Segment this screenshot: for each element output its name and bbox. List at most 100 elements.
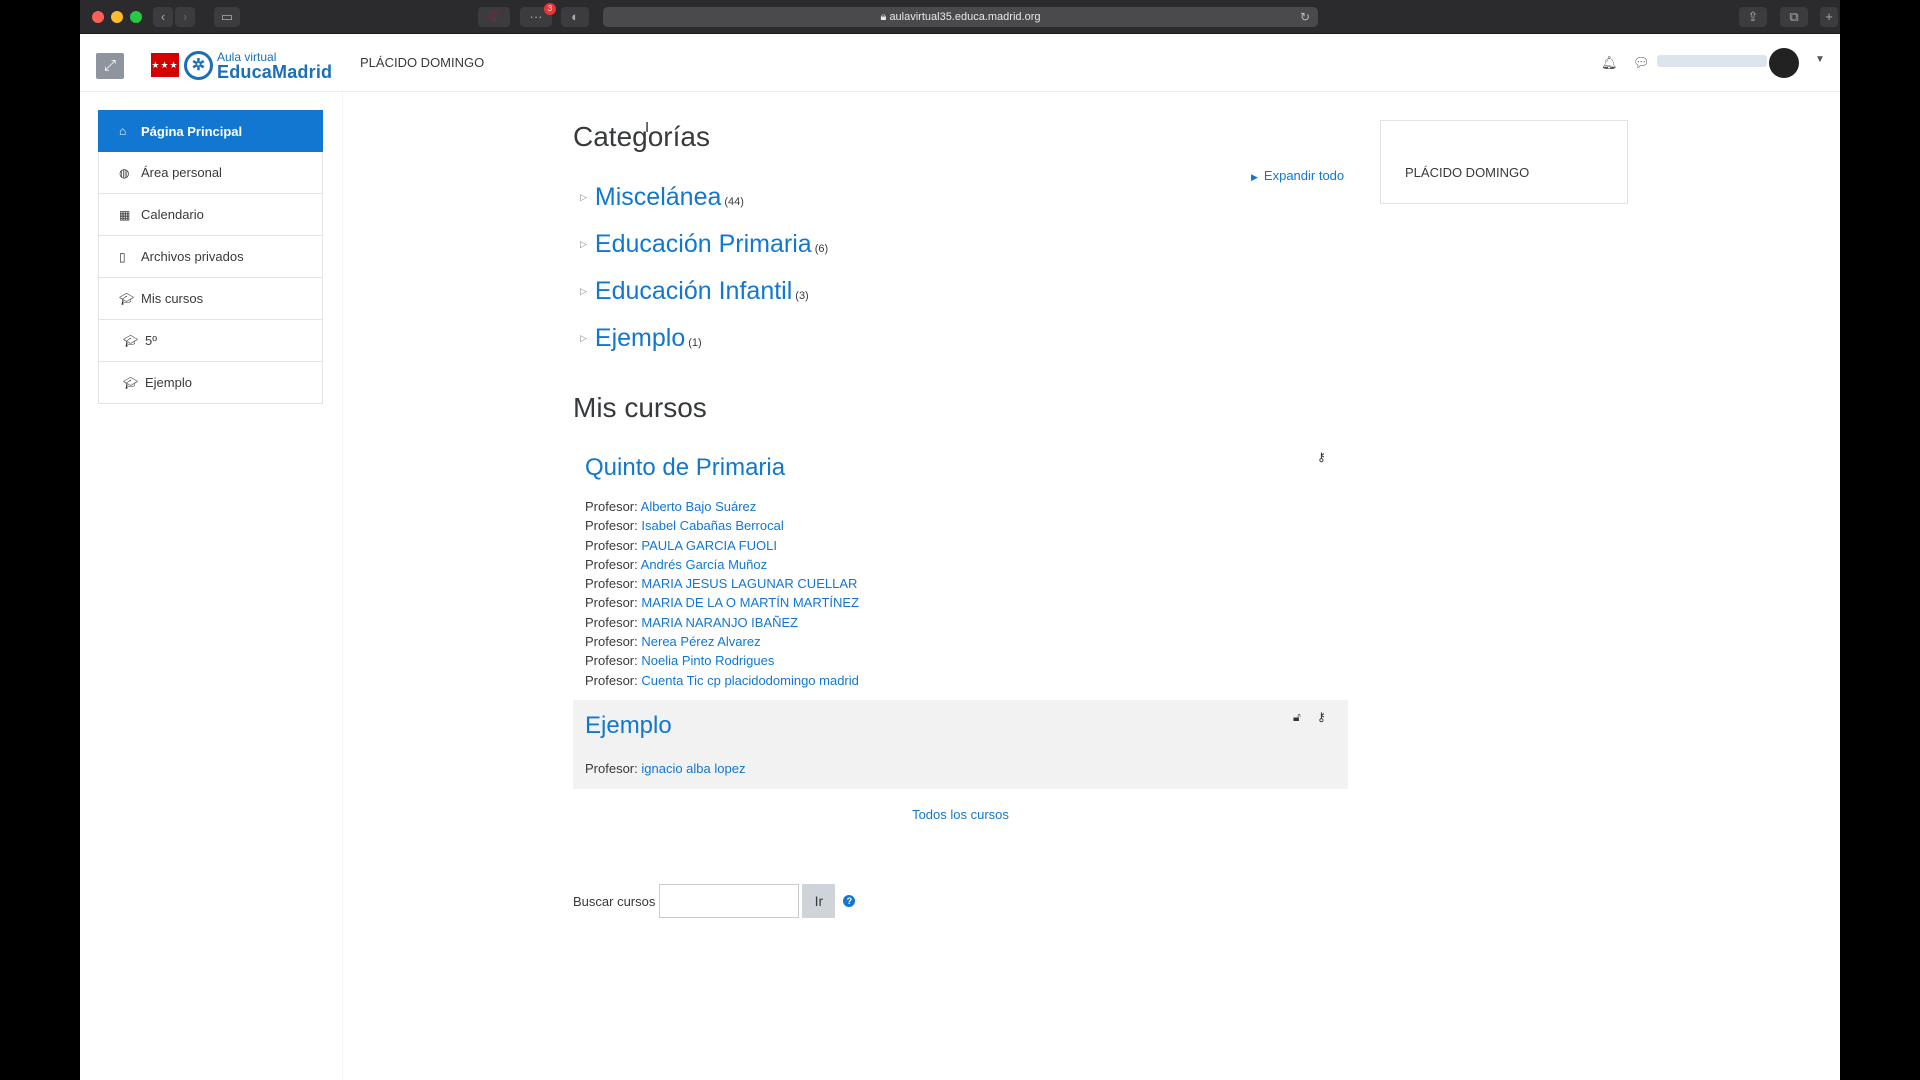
caret-right-icon: ▷ — [580, 333, 587, 343]
logo-line2: EducaMadrid — [217, 62, 333, 82]
category-name[interactable]: Ejemplo — [595, 324, 685, 353]
pocket-icon[interactable]: ♡ — [478, 7, 510, 27]
teacher-link[interactable]: Cuenta Tic cp placidodomingo madrid — [641, 673, 859, 688]
educamadrid-emblem-icon: ✲ — [184, 51, 213, 80]
lock-icon: 🔒︎ — [880, 11, 887, 23]
sidebar-item-label: Mis cursos — [141, 291, 204, 306]
teacher-row: Profesor: Noelia Pinto Rodrigues — [585, 653, 775, 669]
teacher-row: Profesor: Alberto Bajo Suárez — [585, 499, 757, 514]
site-block: PLÁCIDO DOMINGO — [1380, 120, 1628, 204]
category-item[interactable]: ▷ Educación Infantil (3) — [580, 277, 809, 309]
top-navbar: ⤢ ★★★ ✲ Aula virtual EducaMadrid PLÁCIDO… — [80, 34, 1840, 92]
teacher-link[interactable]: MARIA JESUS LAGUNAR CUELLAR — [641, 576, 857, 591]
sidebar-item-label: Área personal — [141, 165, 222, 180]
teacher-link[interactable]: Noelia Pinto Rodrigues — [641, 653, 774, 668]
teacher-link[interactable]: PAULA GARCIA FUOLI — [641, 538, 777, 553]
teacher-link[interactable]: ignacio alba lopez — [641, 761, 745, 776]
sidebar-nav: ⌂ Página Principal ◍ Área personal ▦ Cal… — [98, 110, 323, 404]
sidebar-toggle-icon[interactable]: ▭ — [214, 7, 240, 27]
sidebar-item-area-personal[interactable]: ◍ Área personal — [98, 152, 323, 194]
expand-icon[interactable]: ⤢ — [96, 53, 124, 79]
sidebar-item-label: Calendario — [141, 207, 204, 222]
page: ⤢ ★★★ ✲ Aula virtual EducaMadrid PLÁCIDO… — [80, 34, 1840, 1080]
teacher-list: Profesor: ignacio alba lopez — [585, 759, 745, 778]
new-tab-icon[interactable]: + — [1820, 7, 1838, 27]
search-input[interactable] — [659, 884, 800, 918]
site-name[interactable]: PLÁCIDO DOMINGO — [360, 55, 484, 70]
course-title[interactable]: Ejemplo — [585, 712, 672, 740]
shield-icon[interactable]: ◐ — [561, 7, 589, 27]
teacher-list: Profesor: Alberto Bajo Suárez Profesor: … — [585, 497, 859, 690]
educamadrid-logo[interactable]: ★★★ ✲ Aula virtual EducaMadrid — [151, 50, 346, 82]
category-count: (3) — [795, 290, 809, 302]
category-name[interactable]: Educación Primaria — [595, 230, 812, 259]
close-window-button[interactable] — [92, 11, 104, 23]
sidebar-item-calendario[interactable]: ▦ Calendario — [98, 194, 323, 236]
text-cursor-icon: I — [645, 119, 650, 136]
caret-right-icon: ▷ — [580, 192, 587, 202]
sidebar-item-label: Ejemplo — [145, 375, 192, 390]
site-block-text: PLÁCIDO DOMINGO — [1405, 165, 1530, 180]
sidebar-item-label: Página Principal — [141, 123, 243, 139]
madrid-flag-icon: ★★★ — [151, 53, 179, 77]
share-icon[interactable]: ⇪ — [1739, 7, 1767, 27]
course-title[interactable]: Quinto de Primaria — [585, 454, 785, 482]
maximize-window-button[interactable] — [130, 11, 142, 23]
caret-right-icon: ▷ — [580, 286, 587, 296]
tabs-icon[interactable]: ⧉ — [1780, 7, 1808, 27]
teacher-link[interactable]: MARIA DE LA O MARTÍN MARTÍNEZ — [641, 595, 859, 610]
teacher-link[interactable]: Isabel Cabañas Berrocal — [641, 518, 783, 533]
teacher-row: Profesor: Isabel Cabañas Berrocal — [585, 518, 784, 534]
teacher-link[interactable]: Alberto Bajo Suárez — [641, 499, 757, 514]
teacher-row: Profesor: MARIA NARANJO IBAÑEZ — [585, 614, 799, 630]
search-label: Buscar cursos — [573, 893, 656, 909]
sidebar-item-label: Archivos privados — [141, 249, 244, 264]
teacher-link[interactable]: Andrés García Muñoz — [641, 557, 767, 572]
bell-icon[interactable]: 🔔︎ — [1601, 55, 1618, 71]
category-item[interactable]: ▷ Miscelánea (44) — [580, 183, 744, 215]
file-icon: ▯ — [119, 249, 126, 264]
user-name[interactable] — [1657, 55, 1767, 67]
category-count: (44) — [724, 196, 744, 208]
category-item[interactable]: ▷ Educación Primaria (6) — [580, 230, 828, 262]
calendar-icon: ▦ — [119, 207, 131, 222]
my-courses-heading: Mis cursos — [573, 392, 707, 423]
sidebar-item-mis-cursos[interactable]: 🎓︎ Mis cursos — [98, 278, 323, 320]
sidebar-item-archivos-privados[interactable]: ▯ Archivos privados — [98, 236, 323, 278]
teacher-link[interactable]: Nerea Pérez Alvarez — [641, 634, 760, 649]
category-name[interactable]: Educación Infantil — [595, 277, 792, 306]
sidebar-item-ejemplo[interactable]: 🎓︎ Ejemplo — [98, 362, 323, 404]
search-button[interactable]: Ir — [802, 884, 836, 918]
sidebar-item-pagina-principal[interactable]: ⌂ Página Principal — [98, 110, 323, 152]
graduation-cap-icon: 🎓︎ — [123, 375, 139, 390]
caret-right-icon: ▶ — [1251, 172, 1258, 182]
dashboard-icon: ◍ — [119, 165, 130, 180]
address-bar[interactable]: 🔒︎ aulavirtual35.educa.madrid.org ↻ — [603, 7, 1318, 27]
teacher-row: Profesor: PAULA GARCIA FUOLI — [585, 537, 777, 553]
forward-icon[interactable]: › — [175, 7, 195, 27]
home-icon: ⌂ — [119, 124, 127, 138]
category-count: (6) — [814, 243, 829, 255]
help-icon[interactable]: ? — [843, 895, 856, 907]
graduation-cap-icon: 🎓︎ — [119, 291, 135, 306]
key-icon: ⚷ — [1317, 710, 1326, 724]
expand-all-link[interactable]: ▶ Expandir todo — [1251, 168, 1344, 183]
avatar[interactable] — [1769, 48, 1799, 78]
minimize-window-button[interactable] — [111, 11, 123, 23]
url-text: aulavirtual35.educa.madrid.org — [889, 11, 1041, 23]
message-icon[interactable]: 💬︎ — [1633, 55, 1650, 71]
lock-icon: 🔓︎ — [1293, 710, 1301, 724]
sidebar-item-5[interactable]: 🎓︎ 5º — [98, 320, 323, 362]
teacher-link[interactable]: MARIA NARANJO IBAÑEZ — [641, 615, 798, 630]
teacher-row: Profesor: MARIA JESUS LAGUNAR CUELLAR — [585, 576, 858, 592]
browser-toolbar: ‹ › ▭ ♡ ··· 3 ◐ 🔒︎ aulavirtual35.educa.ma… — [80, 0, 1840, 34]
teacher-row: Profesor: ignacio alba lopez — [585, 761, 746, 776]
extension-icon[interactable]: ··· 3 — [520, 3, 556, 27]
reload-icon[interactable]: ↻ — [1300, 7, 1310, 27]
all-courses-link[interactable]: Todos los cursos — [573, 807, 1348, 822]
category-name[interactable]: Miscelánea — [595, 183, 721, 212]
category-item[interactable]: ▷ Ejemplo (1) — [580, 324, 702, 356]
chevron-down-icon[interactable]: ▼ — [1815, 54, 1825, 65]
extension-badge: 3 — [544, 3, 556, 15]
back-icon[interactable]: ‹ — [153, 7, 173, 27]
